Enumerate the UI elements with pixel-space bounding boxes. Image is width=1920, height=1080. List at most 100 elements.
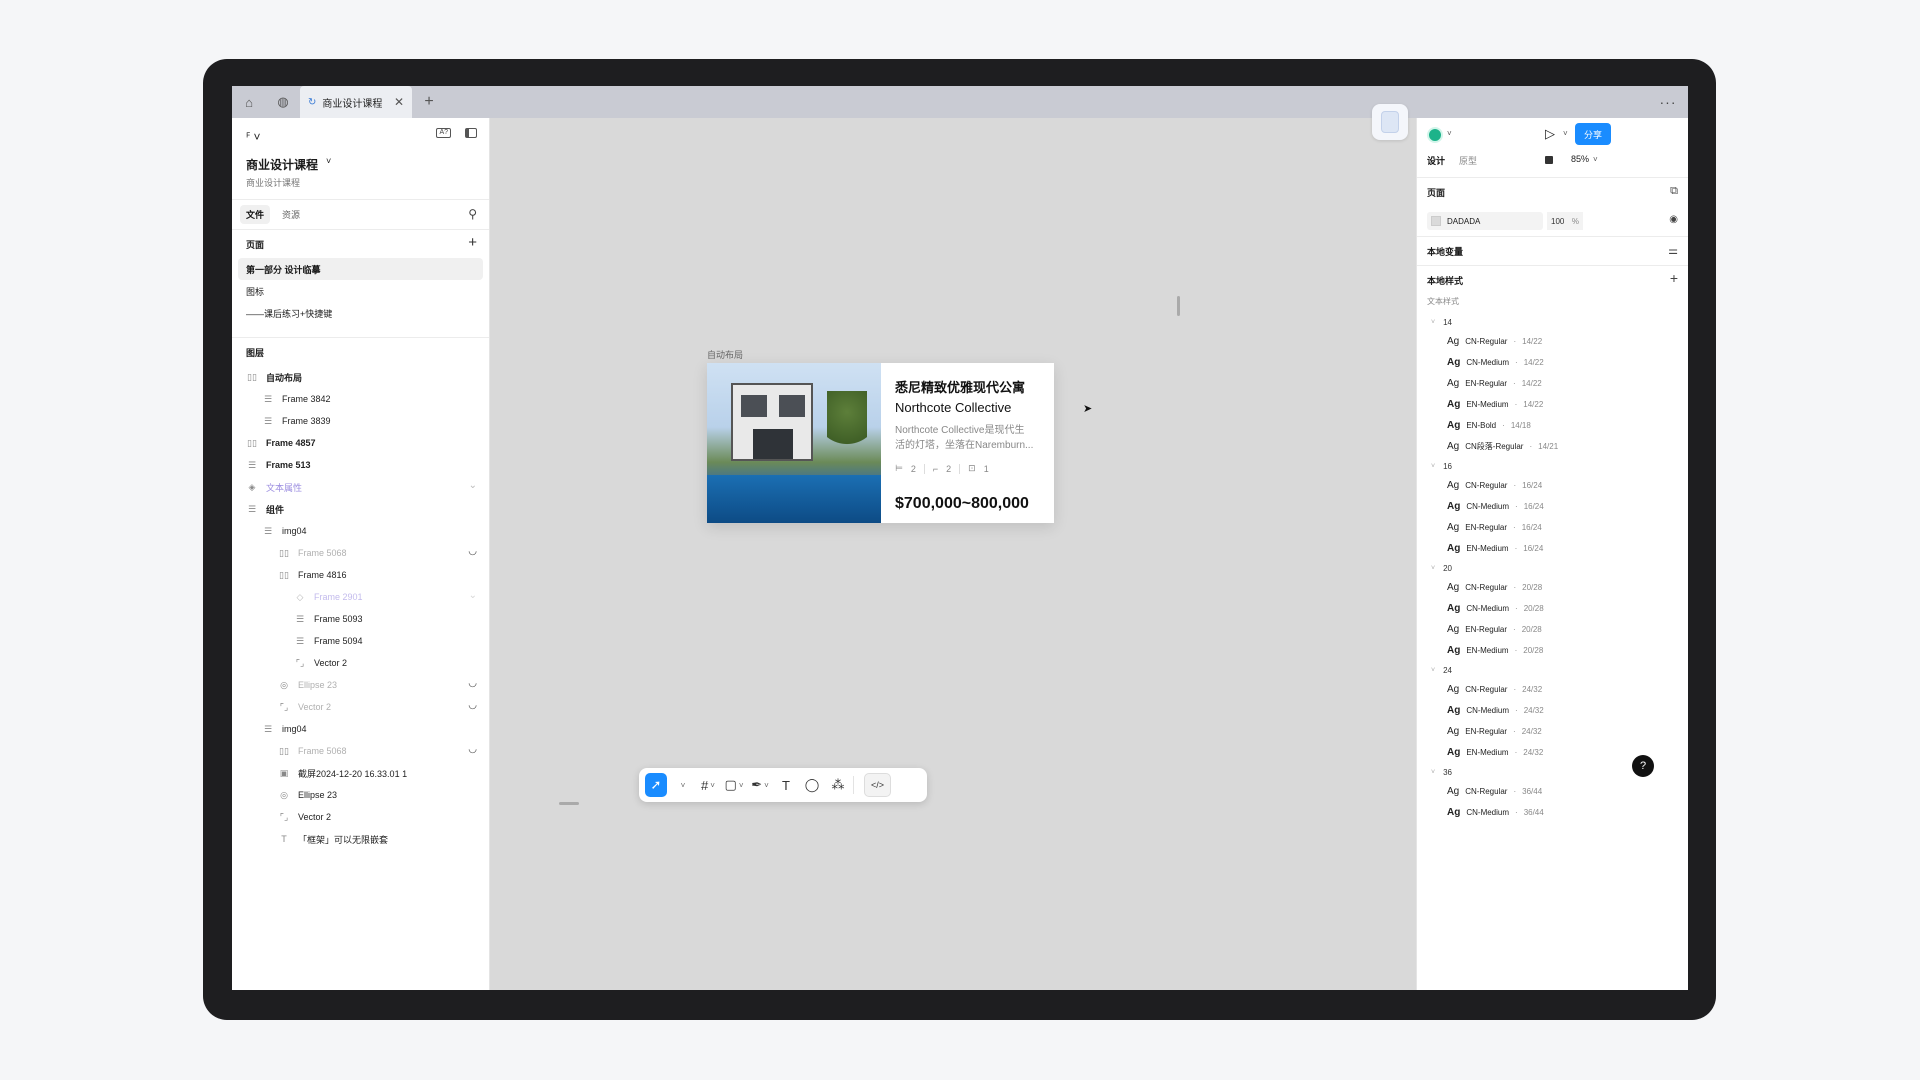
layer-item[interactable]: ☰ img04 — [232, 718, 489, 740]
play-icon[interactable]: ▷ — [1545, 126, 1555, 142]
layer-item[interactable]: ⌜⌟ Vector 2 ◡ — [232, 696, 489, 718]
hidden-eye-icon[interactable]: ◡ — [468, 700, 477, 711]
text-style-item[interactable]: Ag CN-Regular · 36/44 — [1417, 781, 1688, 802]
color-swatch[interactable] — [1431, 216, 1441, 226]
globe-icon[interactable]: ◍ — [266, 86, 300, 118]
layer-item[interactable]: ⌜⌟ Vector 2 — [232, 806, 489, 828]
text-style-item[interactable]: Ag CN-Medium · 24/32 — [1417, 700, 1688, 721]
horizontal-scrollbar[interactable] — [559, 802, 579, 805]
layer-item[interactable]: ⌜⌟ Vector 2 — [232, 652, 489, 674]
text-style-item[interactable]: Ag EN-Bold · 14/18 — [1417, 415, 1688, 436]
ai-text-icon[interactable]: A? — [436, 128, 451, 138]
tab-assets[interactable]: 资源 — [276, 205, 306, 224]
comment-tool-button[interactable]: ◯ — [801, 773, 823, 797]
project-title[interactable]: 商业设计课程 ˅ — [246, 156, 331, 173]
more-menu-icon[interactable]: ··· — [1648, 94, 1688, 110]
layer-item[interactable]: ▯▯ Frame 4857 — [232, 432, 489, 454]
layer-item[interactable]: ☰ Frame 3842 — [232, 388, 489, 410]
home-icon[interactable]: ⌂ — [232, 86, 266, 118]
hidden-eye-icon[interactable]: ◡ — [468, 546, 477, 557]
text-style-item[interactable]: Ag EN-Medium · 14/22 — [1417, 394, 1688, 415]
layer-item[interactable]: ▯▯ Frame 5068 ◡ — [232, 740, 489, 762]
view-mode-icon[interactable] — [1545, 156, 1553, 164]
rectangle-tool-button[interactable]: ▢ ˅ — [723, 773, 745, 797]
text-style-item[interactable]: Ag EN-Medium · 16/24 — [1417, 538, 1688, 559]
eye-icon[interactable]: ◉ — [1669, 214, 1678, 225]
text-style-item[interactable]: Ag CN-Medium · 20/28 — [1417, 598, 1688, 619]
layer-item[interactable]: ☰ Frame 5093 — [232, 608, 489, 630]
text-style-item[interactable]: Ag CN-Medium · 16/24 — [1417, 496, 1688, 517]
layer-item[interactable]: ☰ Frame 3839 — [232, 410, 489, 432]
text-style-item[interactable]: Ag CN-Medium · 36/44 — [1417, 802, 1688, 823]
styles-icon[interactable]: ⧉ — [1670, 185, 1678, 198]
fill-opacity-field[interactable]: 100 % — [1547, 212, 1583, 230]
chevron-down-icon[interactable]: ˅ — [1431, 565, 1435, 572]
property-card[interactable]: 悉尼精致优雅现代公寓 Northcote Collective Northcot… — [707, 363, 1054, 523]
toggle-sidebar-icon[interactable] — [465, 128, 477, 138]
layer-item[interactable]: ☰ Frame 513 — [232, 454, 489, 476]
chevron-down-icon[interactable]: ˅ — [1447, 129, 1452, 138]
tab-design[interactable]: 设计 — [1427, 154, 1445, 167]
layer-item[interactable]: ◎ Ellipse 23 ◡ — [232, 674, 489, 696]
tab-prototype[interactable]: 原型 — [1459, 154, 1477, 167]
search-icon[interactable]: ⚲ — [468, 207, 477, 221]
layer-item[interactable]: ☰ 组件 — [232, 498, 489, 520]
chevron-down-icon[interactable]: ˅ — [1431, 769, 1435, 776]
avatar[interactable] — [1427, 127, 1443, 143]
chevron-down-icon[interactable]: ⌄ — [469, 590, 477, 601]
text-style-item[interactable]: Ag CN-Regular · 14/22 — [1417, 331, 1688, 352]
layer-item[interactable]: ▯▯ Frame 5068 ◡ — [232, 542, 489, 564]
text-style-item[interactable]: Ag CN-Regular · 20/28 — [1417, 577, 1688, 598]
chevron-down-icon[interactable]: ˅ — [1563, 129, 1568, 138]
text-style-item[interactable]: Ag EN-Regular · 24/32 — [1417, 721, 1688, 742]
text-style-item[interactable]: Ag CN-Regular · 24/32 — [1417, 679, 1688, 700]
tab-files[interactable]: 文件 — [240, 205, 271, 224]
help-button[interactable]: ? — [1632, 755, 1654, 777]
ai-assistant-button[interactable] — [1372, 104, 1408, 140]
text-style-item[interactable]: Ag EN-Medium · 20/28 — [1417, 640, 1688, 661]
add-page-icon[interactable]: + — [468, 234, 477, 251]
chevron-down-icon[interactable]: ˅ — [1593, 155, 1598, 164]
frame-label[interactable]: 自动布局 — [707, 348, 743, 361]
layer-item[interactable]: ▯▯ Frame 4816 — [232, 564, 489, 586]
zoom-level[interactable]: 85% — [1571, 154, 1589, 164]
fill-opacity-value[interactable]: 100 — [1551, 217, 1564, 226]
chevron-down-icon[interactable]: ˅ — [1431, 463, 1435, 470]
text-style-item[interactable]: Ag EN-Regular · 14/22 — [1417, 373, 1688, 394]
chevron-down-icon[interactable]: ⌄ — [469, 480, 477, 491]
text-style-item[interactable]: Ag CN段落-Regular · 14/21 — [1417, 436, 1688, 457]
layer-item[interactable]: ◇ Frame 2901 ⌄ — [232, 586, 489, 608]
style-group-header[interactable]: ˅ 24 — [1417, 661, 1688, 679]
text-style-item[interactable]: Ag CN-Medium · 14/22 — [1417, 352, 1688, 373]
chevron-down-icon[interactable]: ˅ — [1431, 667, 1435, 674]
sliders-icon[interactable]: ⚌ — [1668, 244, 1678, 257]
move-tool-dropdown-icon[interactable]: ˅ — [671, 773, 693, 797]
new-tab-button[interactable]: + — [412, 93, 446, 111]
layer-item[interactable]: ◈ 文本属性 ⌄ — [232, 476, 489, 498]
text-style-item[interactable]: Ag CN-Regular · 16/24 — [1417, 475, 1688, 496]
fill-hex-value[interactable]: DADADA — [1447, 217, 1480, 226]
pen-tool-button[interactable]: ✒ ˅ — [749, 773, 771, 797]
layer-item[interactable]: ☰ img04 — [232, 520, 489, 542]
style-group-header[interactable]: ˅ 14 — [1417, 313, 1688, 331]
page-item-design[interactable]: 第一部分 设计临摹 — [238, 258, 483, 280]
style-group-header[interactable]: ˅ 16 — [1417, 457, 1688, 475]
fill-color-field[interactable]: DADADA — [1427, 212, 1543, 230]
components-tool-button[interactable]: ⁂ — [827, 773, 849, 797]
page-item-practice[interactable]: ——课后练习+快捷键 — [238, 302, 483, 324]
hidden-eye-icon[interactable]: ◡ — [468, 678, 477, 689]
text-style-item[interactable]: Ag EN-Regular · 20/28 — [1417, 619, 1688, 640]
move-tool-button[interactable]: ➚ — [645, 773, 667, 797]
layer-item[interactable]: ◎ Ellipse 23 — [232, 784, 489, 806]
share-button[interactable]: 分享 — [1575, 123, 1611, 145]
layer-item[interactable]: T 「框架」可以无限嵌套 — [232, 828, 489, 850]
text-tool-button[interactable]: T — [775, 773, 797, 797]
layer-item[interactable]: ☰ Frame 5094 — [232, 630, 489, 652]
layer-item[interactable]: ▯▯ 自动布局 — [232, 366, 489, 388]
add-style-icon[interactable]: + — [1670, 270, 1678, 286]
style-group-header[interactable]: ˅ 20 — [1417, 559, 1688, 577]
close-tab-icon[interactable]: ✕ — [394, 95, 404, 109]
frame-tool-button[interactable]: # ˅ — [697, 773, 719, 797]
dev-mode-button[interactable]: </> — [864, 773, 892, 797]
local-variables-header[interactable]: 本地变量 ⚌ — [1417, 237, 1688, 265]
